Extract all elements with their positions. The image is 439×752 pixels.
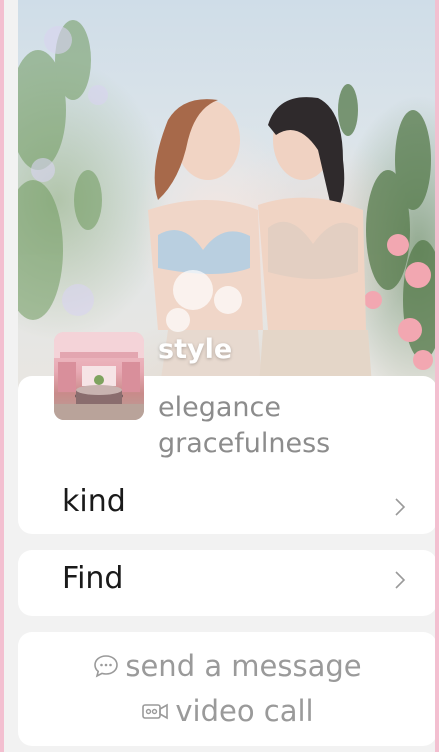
description-line-2: gracefulness [158, 428, 331, 459]
chevron-right-icon[interactable] [393, 497, 407, 517]
chat-bubble-icon [94, 655, 119, 678]
send-message-button[interactable]: send a message [18, 647, 435, 683]
chevron-right-icon[interactable] [393, 570, 407, 590]
style-title: style [158, 334, 233, 365]
video-camera-icon [142, 703, 169, 720]
video-call-button[interactable]: video call [18, 692, 435, 728]
app-frame: style elegance gracefulness kind Find se… [0, 0, 439, 752]
store-interior-illustration [54, 332, 144, 420]
description-line-1: elegance [158, 392, 281, 423]
video-call-label: video call [175, 694, 314, 728]
kind-row-label[interactable]: kind [62, 484, 126, 519]
product-description: elegance gracefulness [158, 390, 330, 462]
send-message-label: send a message [125, 649, 362, 683]
find-row-label[interactable]: Find [62, 561, 123, 596]
store-thumbnail-image[interactable] [54, 332, 144, 420]
